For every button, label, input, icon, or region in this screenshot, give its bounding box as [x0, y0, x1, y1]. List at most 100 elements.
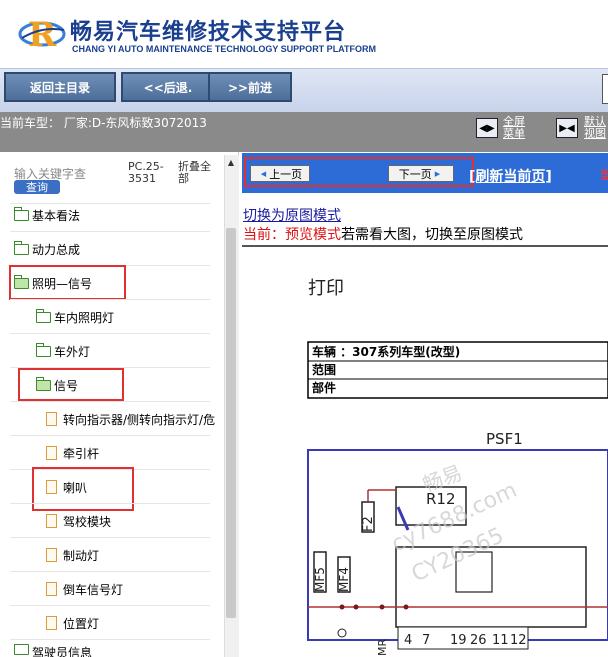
tree-item[interactable]: 制动灯	[46, 544, 99, 566]
next-page-label: 下一页	[398, 167, 432, 181]
pin-4: 4	[404, 633, 412, 648]
folder-icon	[14, 206, 29, 221]
folder-open-icon	[36, 376, 51, 391]
tree-item-label: 制动灯	[63, 548, 100, 563]
tree-item[interactable]: 信号	[36, 374, 78, 396]
document-icon	[46, 446, 57, 460]
folder-icon	[14, 240, 29, 255]
tree-divider	[10, 231, 210, 232]
default-view-icon[interactable]: ▶◀	[556, 118, 578, 138]
tree-item[interactable]: 驾驶员信息	[14, 644, 92, 657]
folder-icon	[36, 308, 51, 323]
pin-19: 19	[450, 633, 467, 648]
document-icon	[46, 514, 57, 528]
svg-text:R: R	[28, 15, 57, 55]
document-icon	[46, 480, 57, 494]
nav-edge-button[interactable]	[602, 74, 608, 104]
mf5-label: MF5	[313, 567, 327, 592]
scroll-up-icon[interactable]: ▲	[224, 155, 238, 169]
tree-divider	[10, 435, 210, 436]
tree-divider	[10, 537, 210, 538]
fullscreen-menu-link[interactable]: 全屏菜单	[503, 116, 533, 140]
mode-hint: 若需看大图，切换至原图模式	[341, 227, 523, 243]
print-label: 打印	[308, 278, 344, 299]
part-row: 部件	[312, 380, 336, 395]
triangle-right-icon: ▶	[434, 169, 441, 178]
tree-item[interactable]: 喇叭	[46, 476, 87, 498]
divider	[242, 245, 608, 247]
tree-item-label: 倒车信号灯	[63, 582, 124, 597]
tree-item[interactable]: 照明—信号	[14, 272, 92, 294]
tree-item[interactable]: 位置灯	[46, 612, 99, 634]
home-button[interactable]: 返回主目录	[4, 72, 116, 102]
next-page-button[interactable]: 下一页 ▶	[388, 165, 454, 182]
folder-icon	[14, 644, 29, 655]
scrollbar-thumb[interactable]	[226, 228, 236, 618]
tree-item-label: 基本看法	[32, 208, 81, 223]
tree-item[interactable]: 倒车信号灯	[46, 578, 123, 600]
tree-item[interactable]: 车外灯	[36, 340, 90, 362]
tree-item-label: 驾校模块	[63, 514, 112, 529]
mf4-label: MF4	[337, 567, 351, 592]
tree-item[interactable]: 转向指示器/侧转向指示灯/危	[46, 408, 222, 430]
tree-item-label: 转向指示器/侧转向指示灯/危	[63, 412, 216, 427]
tree-item-label: 信号	[54, 378, 79, 393]
tree-divider	[10, 401, 210, 402]
fullscreen-icon[interactable]: ◀▶	[476, 118, 498, 138]
tree-item-label: 位置灯	[63, 616, 100, 631]
current-model: 当前车型： 厂家:D-东风标致3072013	[0, 116, 207, 130]
tree-item-label: 车内照明灯	[54, 310, 115, 325]
pin-11: 11	[492, 633, 509, 648]
document-preview: 打印 车辆 ：307系列车型(改型) 范围 部件 PSF1 F2 R12 MF5…	[246, 252, 608, 657]
tree-item[interactable]: 牵引杆	[46, 442, 99, 464]
tree-item[interactable]: 基本看法	[14, 204, 80, 226]
tree-item[interactable]: 车内照明灯	[36, 306, 114, 328]
folder-open-icon	[14, 274, 29, 289]
tree-item-label: 动力总成	[32, 242, 81, 257]
tree-divider	[10, 605, 210, 606]
pin-12: 12	[510, 633, 527, 648]
default-view-link[interactable]: 默认视图	[584, 116, 608, 140]
prev-page-label: 上一页	[269, 167, 303, 181]
tree-item[interactable]: 动力总成	[14, 238, 80, 260]
document-icon	[46, 616, 57, 630]
logo-icon: R	[18, 15, 66, 55]
tree-item-label: 车外灯	[54, 344, 91, 359]
f2-label: F2	[361, 516, 376, 532]
pager-edge-text: 当	[600, 168, 608, 182]
folder-icon	[36, 342, 51, 357]
tree-divider	[10, 299, 210, 300]
refresh-link[interactable]: [刷新当前页]	[469, 166, 552, 186]
tree-item-label: 照明—信号	[32, 276, 93, 291]
document-icon	[46, 548, 57, 562]
vehicle-row: 车辆 ：307系列车型(改型)	[312, 344, 460, 359]
search-button[interactable]: 查询	[14, 180, 60, 194]
mode-status: 当前：预览模式若需看大图，切换至原图模式	[243, 224, 523, 244]
document-icon	[46, 412, 57, 426]
watermark: 畅易	[420, 460, 466, 496]
brand-subtitle: CHANG YI AUTO MAINTENANCE TECHNOLOGY SUP…	[72, 44, 377, 54]
tree-divider	[10, 503, 210, 504]
tree-divider	[10, 333, 210, 334]
tree-divider	[10, 571, 210, 572]
tree-item-label: 牵引杆	[63, 446, 100, 461]
tree-divider	[10, 639, 210, 640]
brand-title: 畅易汽车维修技术支持平台	[70, 20, 347, 45]
switch-mode-link[interactable]: 切换为原图模式	[243, 205, 341, 225]
range-row: 范围	[312, 362, 336, 377]
triangle-left-icon: ◀	[260, 169, 267, 178]
mode-current: 当前：预览模式	[243, 227, 341, 243]
mr-label: MR	[376, 639, 389, 656]
pc-code: PC.25-3531	[128, 160, 164, 185]
tree-item-label: 喇叭	[63, 480, 88, 495]
tree-item-label: 驾驶员信息	[32, 646, 93, 657]
document-icon	[46, 582, 57, 596]
back-button[interactable]: <<后退.	[121, 72, 215, 102]
pin-7: 7	[422, 633, 430, 648]
tree-item[interactable]: 驾校模块	[46, 510, 111, 532]
collapse-all-link[interactable]: 折叠全部	[178, 161, 218, 185]
prev-page-button[interactable]: ◀ 上一页	[250, 165, 310, 182]
forward-button[interactable]: >>前进	[208, 72, 292, 102]
pin-26: 26	[470, 633, 487, 648]
psf-label: PSF1	[486, 430, 523, 448]
